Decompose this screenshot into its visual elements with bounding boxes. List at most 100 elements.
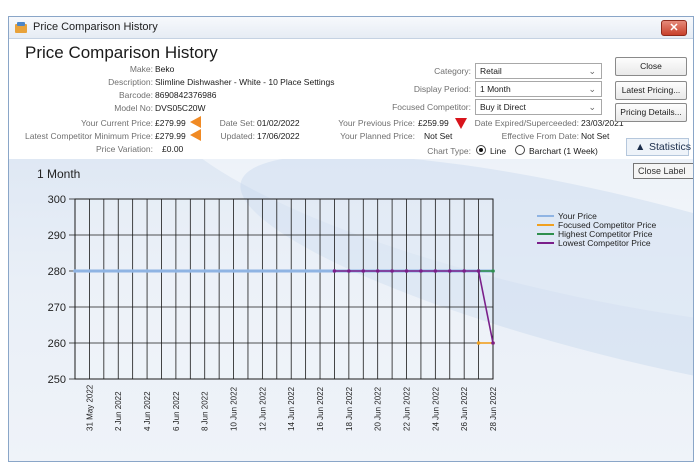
data-point [318, 269, 322, 273]
variation-value: £0.00 [162, 144, 184, 154]
date-set-label: Date Set: [219, 118, 255, 128]
previous-price-label: Your Previous Price: [338, 118, 415, 128]
page-title: Price Comparison History [25, 43, 218, 62]
y-tick-label: 300 [48, 194, 66, 206]
data-point [246, 269, 250, 273]
category-selected: Retail [480, 66, 502, 76]
data-point [404, 269, 409, 273]
x-tick-label: 31 May 2022 [85, 384, 94, 431]
price-history-chart[interactable]: 250 260 270 280 290 300 31 May 2022 2 Jun 2022 4… [9, 159, 694, 462]
chart-type-bar-label[interactable]: Barchart (1 Week) [529, 146, 598, 156]
chart-type-label: Chart Type: [427, 146, 471, 156]
x-tick-label: 26 Jun 2022 [460, 386, 469, 431]
data-point [289, 269, 294, 273]
current-price-value: £279.99 [155, 118, 186, 128]
y-tick-label: 290 [48, 230, 66, 242]
variation-label: Price Variation: [95, 144, 153, 154]
title-bar[interactable]: Price Comparison History ✕ [9, 17, 693, 39]
chart-type-bar-radio[interactable] [515, 145, 525, 155]
x-tick-label: 28 Jun 2022 [489, 386, 498, 431]
chart-type-line-label[interactable]: Line [490, 146, 506, 156]
display-period-select[interactable]: 1 Month ⌄ [475, 81, 602, 97]
data-point [260, 269, 265, 273]
previous-price-value: £259.99 [418, 118, 449, 128]
chevron-down-icon: ⌄ [588, 84, 596, 94]
y-tick-label: 250 [48, 374, 66, 386]
triangle-up-icon: ▲ [635, 141, 646, 153]
data-point [462, 269, 466, 273]
chart-type-line-radio[interactable] [476, 145, 486, 155]
x-tick-label: 12 Jun 2022 [258, 386, 267, 431]
x-tick-label: 10 Jun 2022 [230, 386, 239, 431]
updated-value: 17/06/2022 [257, 131, 300, 141]
data-point [491, 269, 495, 273]
data-point [476, 269, 481, 273]
data-point [491, 341, 495, 345]
planned-price-value: Not Set [424, 131, 453, 141]
data-point [303, 269, 308, 273]
data-point [217, 269, 221, 273]
x-tick-label: 8 Jun 2022 [201, 391, 210, 431]
data-point [433, 269, 438, 273]
data-point [73, 269, 77, 273]
price-up-marker-icon [190, 116, 201, 128]
data-point [116, 269, 121, 273]
competitor-min-label: Latest Competitor Minimum Price: [24, 131, 153, 141]
price-comparison-window: Price Comparison History ✕ Price Compari… [8, 16, 694, 462]
data-point [447, 269, 452, 273]
data-point [188, 269, 193, 273]
data-point [332, 269, 337, 273]
header-panel: Price Comparison History Make: Beko Desc… [9, 39, 693, 159]
window-close-button[interactable]: ✕ [661, 20, 687, 36]
category-select[interactable]: Retail ⌄ [475, 63, 602, 79]
price-down-marker-icon [455, 118, 467, 129]
updated-label: Updated: [220, 131, 256, 141]
data-point [274, 269, 279, 273]
focused-competitor-select[interactable]: Buy it Direct ⌄ [475, 99, 602, 115]
data-point [174, 269, 178, 273]
effective-from-label: Effective From Date: [501, 131, 579, 141]
display-period-selected: 1 Month [480, 84, 511, 94]
data-point [375, 269, 380, 273]
chevron-down-icon: ⌄ [588, 66, 596, 76]
data-point [87, 269, 92, 273]
x-tick-label: 6 Jun 2022 [172, 391, 181, 431]
model-label: Model No: [114, 103, 153, 113]
statistics-label: Statistics [649, 141, 692, 153]
chart-panel: 1 Month 250 260 270 280 290 300 31 May 2022 2 J… [9, 159, 694, 462]
data-point [419, 269, 423, 273]
x-tick-label: 2 Jun 2022 [114, 391, 123, 431]
close-button[interactable]: Close [615, 57, 687, 76]
barcode-value: 8690842376986 [155, 90, 217, 100]
make-value: Beko [155, 64, 175, 74]
x-tick-label: 16 Jun 2022 [316, 386, 325, 431]
pricing-details-button[interactable]: Pricing Details... [615, 103, 687, 122]
effective-from-value: Not Set [581, 131, 610, 141]
chevron-down-icon: ⌄ [588, 102, 596, 112]
x-tick-label: 20 Jun 2022 [374, 386, 383, 431]
competitor-min-value: £279.99 [155, 131, 186, 141]
date-set-value: 01/02/2022 [257, 118, 300, 128]
category-label: Category: [434, 66, 471, 76]
data-point [476, 341, 481, 345]
window-title: Price Comparison History [33, 21, 158, 33]
competitor-marker-icon [190, 129, 201, 141]
statistics-button[interactable]: ▲ Statistics [626, 138, 692, 156]
data-point [130, 269, 135, 273]
close-label-tooltip: Close Label [633, 163, 693, 179]
legend-label: Lowest Competitor Price [558, 238, 651, 248]
current-price-label: Your Current Price: [81, 118, 153, 128]
latest-pricing-button[interactable]: Latest Pricing... [615, 81, 687, 100]
model-value: DVS05C20W [155, 103, 206, 113]
x-tick-label: 4 Jun 2022 [143, 391, 152, 431]
data-point [102, 269, 106, 273]
data-point [202, 269, 207, 273]
y-tick-label: 270 [48, 302, 66, 314]
date-expired-label: Date Expired/Superceeded: [474, 118, 579, 128]
focused-competitor-label: Focused Competitor: [392, 102, 471, 112]
planned-price-label: Your Planned Price: [340, 131, 415, 141]
x-tick-label: 18 Jun 2022 [345, 386, 354, 431]
data-point [390, 269, 394, 273]
barcode-label: Barcode: [118, 90, 153, 100]
close-icon: ✕ [669, 22, 679, 34]
